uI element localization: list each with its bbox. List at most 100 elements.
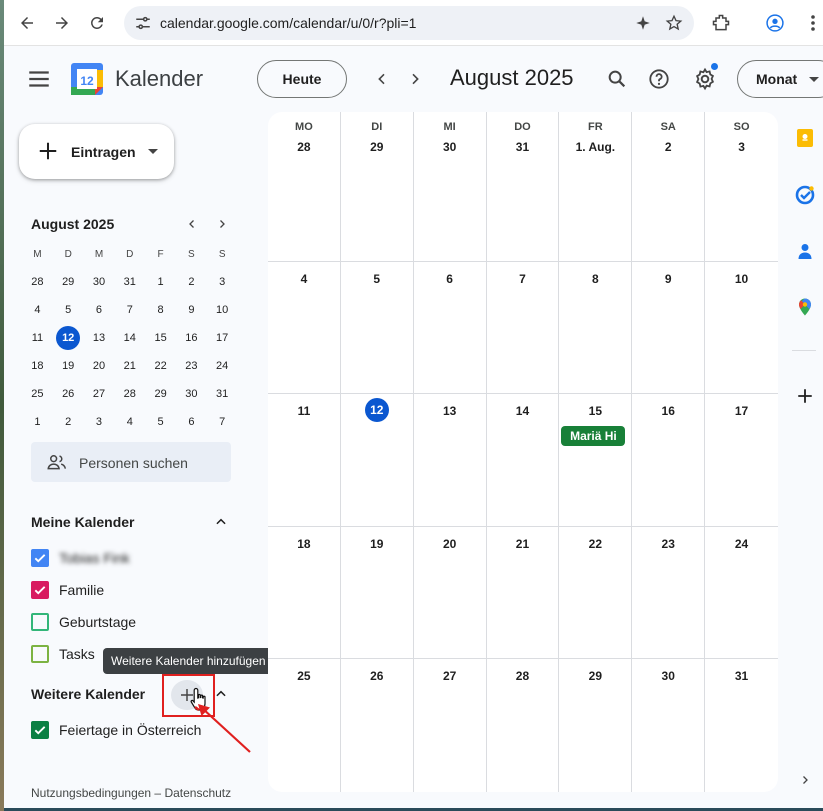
day-number[interactable]: 31	[705, 669, 778, 683]
address-bar[interactable]: calendar.google.com/calendar/u/0/r?pli=1	[124, 6, 694, 40]
view-selector-button[interactable]: Monat	[737, 60, 823, 98]
month-day-cell[interactable]: 22	[559, 527, 633, 658]
checkbox-checked[interactable]	[31, 549, 49, 567]
mini-calendar-day[interactable]: 22	[145, 352, 176, 380]
mini-calendar-day[interactable]: 29	[145, 380, 176, 408]
search-button[interactable]	[603, 65, 631, 93]
mini-calendar-day[interactable]: 10	[207, 296, 238, 324]
back-button[interactable]	[12, 8, 42, 38]
extensions-icon[interactable]	[710, 12, 732, 34]
keep-icon[interactable]	[794, 127, 816, 149]
calendar-list-item[interactable]: Feiertage in Österreich	[31, 718, 251, 742]
month-day-cell[interactable]: 26	[341, 659, 414, 792]
checkbox-checked[interactable]	[31, 721, 49, 739]
mini-calendar-day[interactable]: 27	[84, 380, 115, 408]
help-button[interactable]	[645, 65, 673, 93]
day-number[interactable]: 22	[559, 537, 631, 551]
mini-calendar-day[interactable]: 11	[22, 324, 53, 352]
mini-calendar-day[interactable]: 1	[22, 408, 53, 436]
day-number[interactable]: 29	[341, 140, 413, 154]
day-number[interactable]: 28	[487, 669, 559, 683]
day-number[interactable]: 26	[341, 669, 413, 683]
month-day-cell[interactable]: SO 3	[705, 112, 778, 261]
mini-calendar-day[interactable]: 8	[145, 296, 176, 324]
day-number[interactable]: 15	[559, 404, 631, 418]
month-day-cell[interactable]: 4	[268, 262, 341, 393]
month-day-cell[interactable]: 7	[487, 262, 560, 393]
day-number[interactable]: 9	[632, 272, 704, 286]
month-day-cell[interactable]: 10	[705, 262, 778, 393]
calendar-list-item[interactable]: Geburtstage	[31, 610, 251, 634]
day-number[interactable]: 13	[414, 404, 486, 418]
day-number[interactable]: 31	[487, 140, 559, 154]
checkbox-checked[interactable]	[31, 581, 49, 599]
my-calendars-collapse-button[interactable]	[211, 512, 231, 532]
day-number[interactable]: 17	[705, 404, 778, 418]
month-day-cell[interactable]: 21	[487, 527, 560, 658]
show-side-panel-button[interactable]	[794, 769, 816, 791]
mini-calendar-day[interactable]: 30	[84, 268, 115, 296]
day-number[interactable]: 20	[414, 537, 486, 551]
month-day-cell[interactable]: 17	[705, 394, 778, 526]
mini-calendar-day[interactable]: 28	[22, 268, 53, 296]
day-number[interactable]: 1. Aug.	[559, 140, 631, 154]
event-chip[interactable]: Mariä Hi	[561, 426, 626, 446]
checkbox-unchecked[interactable]	[31, 645, 49, 663]
maps-icon[interactable]	[794, 296, 816, 318]
day-number[interactable]: 7	[487, 272, 559, 286]
mini-calendar-day[interactable]: 21	[114, 352, 145, 380]
month-day-cell[interactable]: 24	[705, 527, 778, 658]
mini-calendar-day[interactable]: 14	[114, 324, 145, 352]
footer-links[interactable]: Nutzungsbedingungen – Datenschutz	[31, 786, 231, 800]
day-number[interactable]: 19	[341, 537, 413, 551]
month-day-cell[interactable]: 20	[414, 527, 487, 658]
day-number[interactable]: 10	[705, 272, 778, 286]
month-day-cell[interactable]: 8	[559, 262, 633, 393]
month-day-cell[interactable]: SA 2	[632, 112, 706, 261]
day-number[interactable]: 5	[341, 272, 413, 286]
mini-calendar-day[interactable]: 6	[176, 408, 207, 436]
today-button[interactable]: Heute	[257, 60, 347, 98]
day-number[interactable]: 6	[414, 272, 486, 286]
forward-button[interactable]	[47, 8, 77, 38]
mini-calendar-day[interactable]: 13	[84, 324, 115, 352]
day-number[interactable]: 28	[268, 140, 340, 154]
day-number[interactable]: 21	[487, 537, 559, 551]
mini-calendar-day[interactable]: 4	[114, 408, 145, 436]
next-month-button[interactable]	[402, 66, 428, 92]
month-day-cell[interactable]: 6	[414, 262, 487, 393]
create-button[interactable]: Eintragen	[19, 124, 174, 179]
day-number[interactable]: 30	[414, 140, 486, 154]
month-day-cell[interactable]: DO 31	[487, 112, 560, 261]
mini-calendar-day[interactable]: 15	[145, 324, 176, 352]
mini-calendar-day[interactable]: 2	[53, 408, 84, 436]
mini-calendar-day[interactable]: 3	[207, 268, 238, 296]
mini-calendar-day[interactable]: 28	[114, 380, 145, 408]
day-number[interactable]: 16	[632, 404, 704, 418]
mini-calendar-day[interactable]: 29	[53, 268, 84, 296]
mini-calendar-day[interactable]: 26	[53, 380, 84, 408]
other-calendars-title[interactable]: Weitere Kalender	[31, 686, 145, 702]
calendar-list-item[interactable]: Familie	[31, 578, 251, 602]
mini-calendar-day-today[interactable]: 12	[53, 324, 84, 352]
mini-calendar-day[interactable]: 31	[114, 268, 145, 296]
month-day-cell[interactable]: 29	[559, 659, 633, 792]
mini-calendar-day[interactable]: 1	[145, 268, 176, 296]
day-number[interactable]: 27	[414, 669, 486, 683]
day-number[interactable]: 2	[632, 140, 704, 154]
month-day-cell[interactable]: 5	[341, 262, 414, 393]
mini-calendar-day[interactable]: 30	[176, 380, 207, 408]
mini-calendar-day[interactable]: 24	[207, 352, 238, 380]
mini-calendar-day[interactable]: 18	[22, 352, 53, 380]
day-number[interactable]: 14	[487, 404, 559, 418]
mini-calendar-prev-button[interactable]	[182, 214, 202, 234]
month-day-cell[interactable]: 9	[632, 262, 706, 393]
month-day-cell[interactable]: 27	[414, 659, 487, 792]
mini-calendar-day[interactable]: 4	[22, 296, 53, 324]
reload-button[interactable]	[82, 8, 112, 38]
bookmark-star-icon[interactable]	[665, 14, 683, 32]
day-number[interactable]: 11	[268, 404, 340, 418]
day-number[interactable]: 30	[632, 669, 704, 683]
mini-calendar-day[interactable]: 17	[207, 324, 238, 352]
day-number[interactable]: 8	[559, 272, 631, 286]
